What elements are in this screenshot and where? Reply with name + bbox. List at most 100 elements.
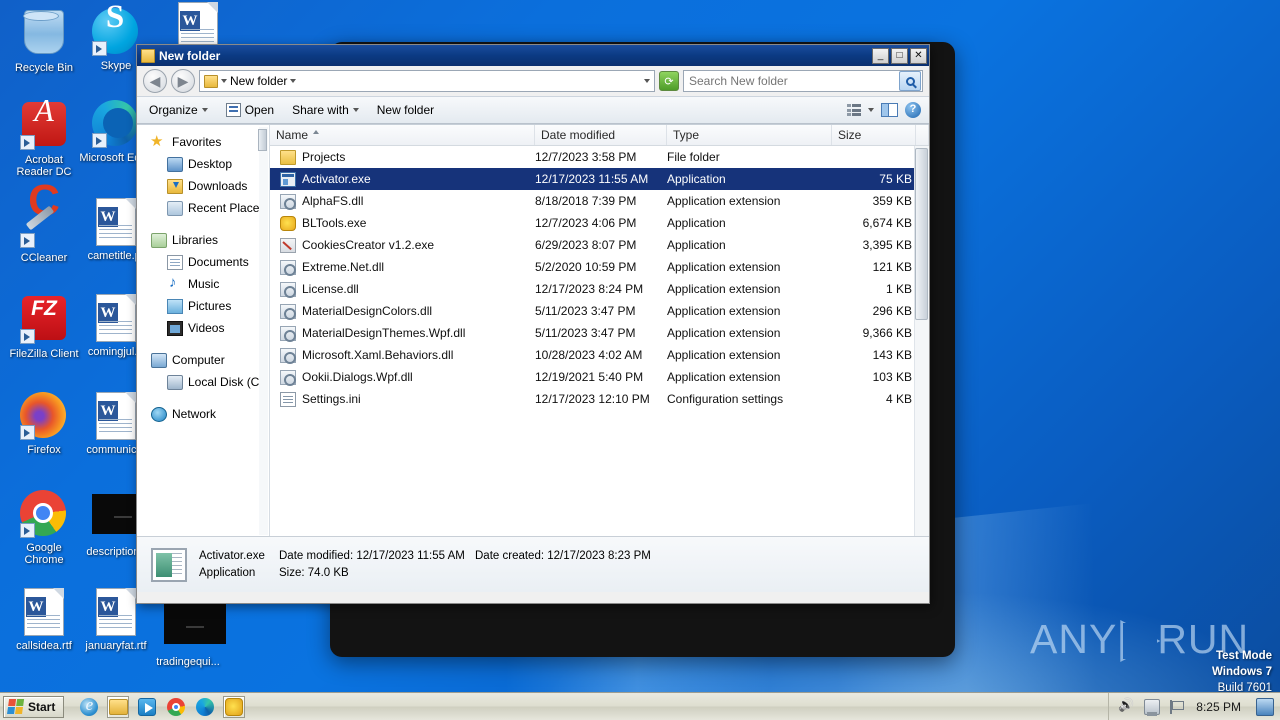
preview-pane-icon[interactable] [881,103,898,117]
taskbar-button[interactable] [136,696,158,718]
navpane-item-localdiskc[interactable]: Local Disk (C:) [137,371,269,393]
back-button[interactable]: ◀ [143,69,167,93]
column-header-type[interactable]: Type [667,125,832,145]
file-list-scrollbar[interactable] [914,146,929,536]
taskbar-button[interactable] [107,695,130,718]
navigation-pane[interactable]: Favorites Desktop Downloads Recent Places Li… [137,125,270,536]
column-header-name[interactable]: Name [270,125,535,145]
address-bar[interactable]: ◀ ▶ New folder ⟳ [137,66,929,96]
test-mode-label: Test Mode [1215,650,1272,662]
skype-icon [92,8,140,56]
file-date-cell: 6/29/2023 8:07 PM [535,238,637,252]
taskbar-button[interactable] [165,696,187,718]
address-history-chevron-icon[interactable] [644,79,650,83]
search-icon[interactable] [899,71,921,91]
table-row[interactable]: License.dll 12/17/2023 8:24 PM Application… [270,278,929,300]
open-button[interactable]: Open [222,101,278,119]
navpane-scroll-thumb[interactable] [258,129,267,151]
navpane-scrollbar[interactable] [258,127,268,535]
table-row[interactable]: Microsoft.Xaml.Behaviors.dll 10/28/2023 4… [270,344,929,366]
taskbar[interactable]: Start 8:25 PM [0,692,1280,720]
file-name-label: AlphaFS.dll [302,194,364,208]
taskbar-button[interactable] [194,696,216,718]
navpane-group-favorites[interactable]: Favorites [137,131,269,153]
document-icon: W [92,198,140,246]
navpane-group-computer[interactable]: Computer [137,349,269,371]
navpane-item-music[interactable]: Music [137,273,269,295]
column-headers[interactable]: Name Date modified Type Size [270,125,929,146]
chevron-down-icon[interactable] [221,79,227,83]
organize-button[interactable]: Organize [145,101,212,119]
table-row[interactable]: CookiesCreator v1.2.exe 6/29/2023 8:07 PM… [270,234,929,256]
breadcrumb-bar[interactable]: New folder [199,70,655,92]
taskbar-button[interactable] [223,695,246,718]
action-center-flag-icon[interactable] [1169,699,1185,714]
refresh-icon[interactable]: ⟳ [659,71,679,91]
google-chrome-icon [20,490,68,538]
minimize-button[interactable]: _ [872,47,889,64]
network-icon[interactable] [1144,698,1161,716]
forward-button[interactable]: ▶ [171,69,195,93]
table-row[interactable]: Ookii.Dialogs.Wpf.dll 12/19/2021 5:40 PM A… [270,366,929,388]
ccleaner-icon [20,195,68,248]
music-icon [167,274,183,292]
view-options-chevron-icon[interactable] [868,108,874,112]
file-rows[interactable]: Projects 12/7/2023 3:58 PM File folder Acti… [270,146,929,536]
table-row[interactable]: Projects 12/7/2023 3:58 PM File folder [270,146,929,168]
volume-icon[interactable] [1119,699,1135,715]
black-thumbnail-icon [92,494,154,542]
desktop-icon[interactable]: tradingequi... [150,600,226,668]
explorer-body: Favorites Desktop Downloads Recent Places Li… [137,124,929,536]
table-row[interactable]: MaterialDesignColors.dll 5/11/2023 3:47 P… [270,300,929,322]
desktop-icon[interactable]: Acrobat Reader DC [6,100,82,178]
clock[interactable]: 8:25 PM [1192,700,1245,714]
toolbar-right-group[interactable]: ? [847,102,921,118]
folder-icon [141,48,155,63]
file-list-scroll-thumb[interactable] [915,148,928,320]
desktop-icon[interactable]: CCleaner [6,195,82,264]
file-size-cell: 121 KB [872,260,912,274]
desktop-icon[interactable]: Recycle Bin [6,8,82,74]
desktop-icon[interactable]: FileZilla Client [6,294,82,360]
view-list-icon[interactable] [847,104,861,116]
desktop-icon[interactable]: Google Chrome [6,490,82,566]
column-header-size[interactable]: Size [832,125,916,145]
share-with-button[interactable]: Share with [288,101,363,119]
navpane-item-downloads[interactable]: Downloads [137,175,269,197]
table-row[interactable]: AlphaFS.dll 8/18/2018 7:39 PM Application … [270,190,929,212]
search-input[interactable] [684,74,899,88]
column-header-date-modified[interactable]: Date modified [535,125,667,145]
system-tray[interactable]: 8:25 PM [1108,692,1280,720]
maximize-button[interactable]: □ [891,47,908,64]
table-row[interactable]: MaterialDesignThemes.Wpf.dll 5/11/2023 3:… [270,322,929,344]
quick-launch-bar[interactable] [78,695,246,718]
help-icon[interactable]: ? [905,102,921,118]
desktop-icon[interactable]: Firefox [6,392,82,456]
search-box[interactable] [683,70,923,92]
window-title-bar[interactable]: New folder _ □ ✕ [137,45,929,66]
command-toolbar[interactable]: Organize Open Share with New folder ? [137,96,929,124]
table-row[interactable]: Activator.exe 12/17/2023 11:55 AM Applicat… [270,168,929,190]
file-list-pane[interactable]: Name Date modified Type Size Projects 12/… [270,125,929,536]
navpane-group-network[interactable]: Network [137,403,269,425]
table-row[interactable]: Settings.ini 12/17/2023 12:10 PM Configura… [270,388,929,410]
start-button[interactable]: Start [3,695,65,718]
desktop-icon[interactable]: Wcallsidea.rtf [6,588,82,652]
navpane-item-documents[interactable]: Documents [137,251,269,273]
window-controls[interactable]: _ □ ✕ [872,47,927,64]
show-desktop-button[interactable] [1256,697,1274,716]
table-row[interactable]: Extreme.Net.dll 5/2/2020 10:59 PM Applicat… [270,256,929,278]
navpane-group-libraries[interactable]: Libraries [137,229,269,251]
breadcrumb-chevron-icon[interactable] [290,79,297,83]
navpane-item-videos[interactable]: Videos [137,317,269,339]
breadcrumb-path[interactable]: New folder [230,74,287,88]
desktop-icon-label: Recycle Bin [14,62,74,74]
close-button[interactable]: ✕ [910,47,927,64]
table-row[interactable]: BLTools.exe 12/7/2023 4:06 PM Application 6… [270,212,929,234]
windows-explorer-window[interactable]: New folder _ □ ✕ ◀ ▶ New folder ⟳ Organi… [136,44,930,604]
new-folder-button[interactable]: New folder [373,101,438,119]
taskbar-button[interactable] [78,695,100,718]
navpane-item-pictures[interactable]: Pictures [137,295,269,317]
navpane-item-desktop[interactable]: Desktop [137,153,269,175]
navpane-item-recentplaces[interactable]: Recent Places [137,197,269,219]
